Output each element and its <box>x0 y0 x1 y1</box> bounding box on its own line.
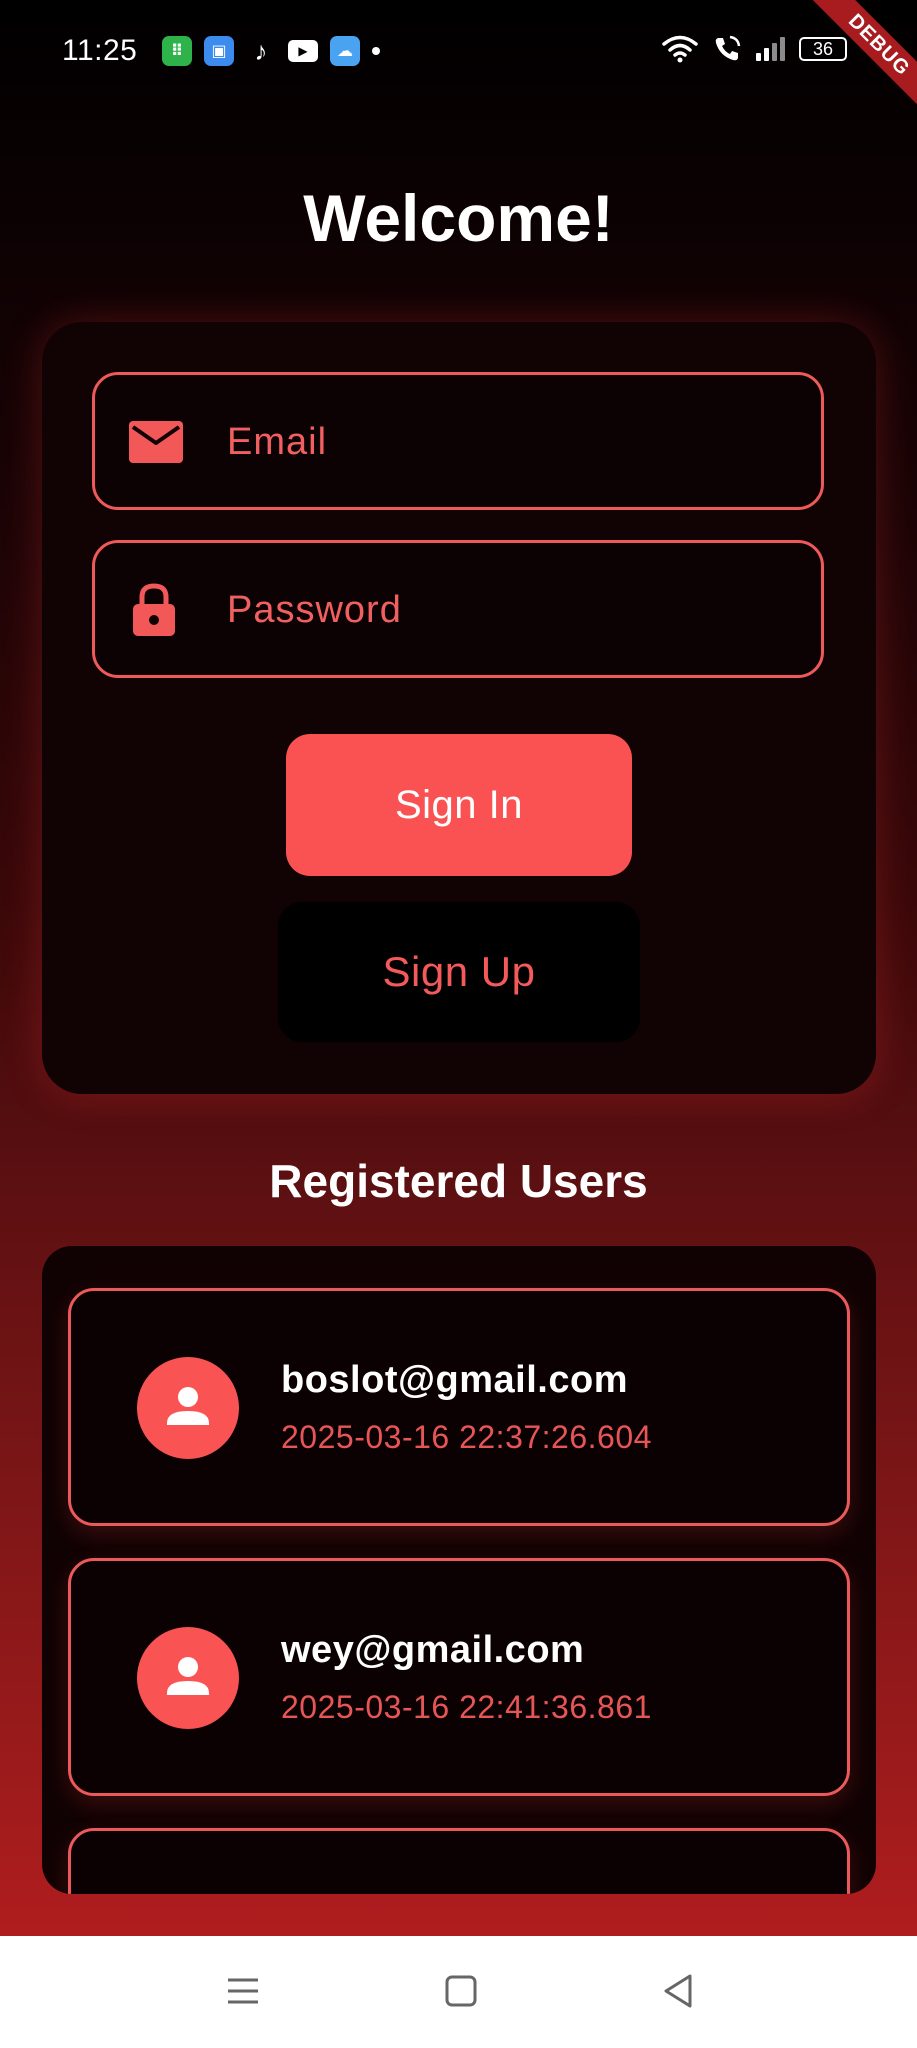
signal-icon <box>756 37 785 61</box>
registered-users-title: Registered Users <box>269 1155 648 1207</box>
email-field[interactable] <box>92 372 824 510</box>
status-time: 11:25 <box>62 34 138 67</box>
battery-icon: 36 <box>799 37 847 61</box>
user-list-item[interactable]: boslot@gmail.com 2025-03-16 22:37:26.604 <box>68 1288 850 1526</box>
app-notification-icon: ⠿ <box>162 36 192 66</box>
system-navigation-bar <box>0 1936 917 2048</box>
app-screen: 11:25 ⠿ ▣ ♪ ▶ ☁ 36 DEBUG Welcome! Email … <box>0 0 917 1936</box>
person-icon <box>167 1657 209 1695</box>
user-email: boslot@gmail.com <box>281 1359 628 1401</box>
sign-up-button[interactable]: Sign Up <box>278 902 640 1042</box>
email-input[interactable] <box>225 375 789 509</box>
login-card: Sign In Sign Up <box>42 322 876 1094</box>
user-email: wey@gmail.com <box>281 1629 585 1671</box>
lock-icon <box>133 583 175 636</box>
user-list-item-partial[interactable] <box>68 1828 850 1894</box>
app-notification-icon: ▣ <box>204 36 234 66</box>
mail-icon <box>129 421 183 463</box>
youtube-icon: ▶ <box>288 40 318 62</box>
password-input[interactable] <box>225 543 789 677</box>
menu-icon[interactable] <box>218 1966 268 2016</box>
status-bar: 11:25 ⠿ ▣ ♪ ▶ ☁ 36 <box>0 0 917 100</box>
system-icons: 36 <box>662 34 847 64</box>
home-square-icon[interactable] <box>436 1966 486 2016</box>
avatar <box>137 1357 239 1459</box>
wifi-icon <box>662 35 698 63</box>
page-title: Welcome! <box>303 181 614 255</box>
password-field[interactable] <box>92 540 824 678</box>
user-date: 2025-03-16 22:41:36.861 <box>281 1689 652 1725</box>
back-icon[interactable] <box>654 1966 704 2016</box>
weather-icon: ☁ <box>330 36 360 66</box>
person-icon <box>167 1387 209 1425</box>
tiktok-icon: ♪ <box>254 35 268 66</box>
user-date: 2025-03-16 22:37:26.604 <box>281 1419 652 1455</box>
avatar <box>137 1627 239 1729</box>
more-notifications-dot <box>372 47 380 55</box>
notification-icons: ⠿ ▣ ♪ ▶ ☁ <box>162 36 380 66</box>
user-list-item[interactable]: wey@gmail.com 2025-03-16 22:41:36.861 <box>68 1558 850 1796</box>
call-icon <box>715 35 741 61</box>
sign-in-button[interactable]: Sign In <box>286 734 632 876</box>
users-list[interactable]: boslot@gmail.com 2025-03-16 22:37:26.604… <box>42 1246 876 1894</box>
